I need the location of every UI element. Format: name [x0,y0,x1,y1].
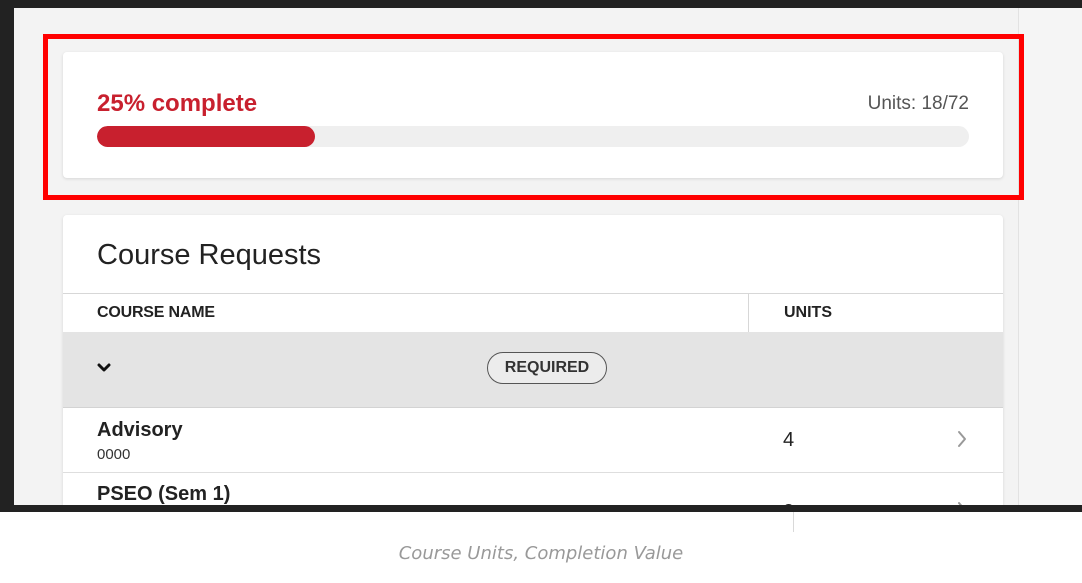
completion-percent: 25% complete [97,90,258,117]
section-title: Course Requests [97,239,322,271]
course-code: 0000 [97,446,131,463]
column-divider [748,294,749,332]
table-row[interactable]: PSEO (Sem 1) 2 [63,473,1003,505]
table-header: COURSE NAME UNITS [63,293,1003,333]
divider-line [793,512,794,532]
table-row[interactable]: Advisory 0000 4 [63,408,1003,473]
progress-card: 25% complete Units: 18/72 [63,52,1003,178]
course-units: 2 [783,501,794,505]
chevron-right-icon[interactable] [956,501,968,505]
chevron-down-icon[interactable] [97,360,111,378]
required-badge: REQUIRED [487,352,607,384]
units-count: Units: 18/72 [867,93,969,114]
group-row-required[interactable]: REQUIRED [63,332,1003,408]
screenshot-frame: 25% complete Units: 18/72 Course Request… [0,0,1082,512]
column-header-units[interactable]: UNITS [784,304,832,322]
progress-bar-fill [97,126,315,147]
chevron-right-icon[interactable] [956,430,968,453]
course-units: 4 [783,429,795,451]
course-requests-card: Course Requests COURSE NAME UNITS REQUIR… [63,215,1003,505]
course-name: Advisory [97,419,183,441]
app-viewport: 25% complete Units: 18/72 Course Request… [14,8,1082,505]
progress-bar [97,126,969,147]
figure-caption: Course Units, Completion Value [398,543,684,564]
column-header-course-name[interactable]: COURSE NAME [97,304,215,322]
right-panel [1018,8,1082,505]
course-name: PSEO (Sem 1) [97,483,231,505]
